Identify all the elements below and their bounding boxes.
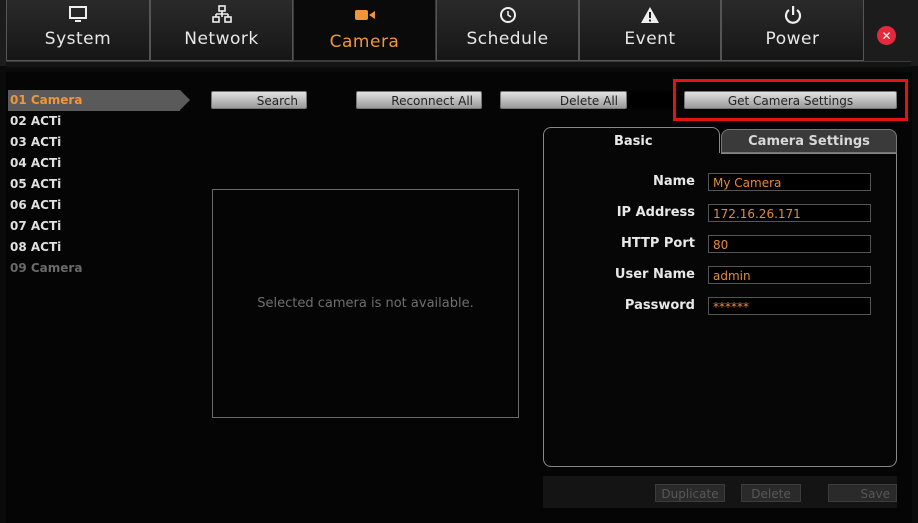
name-label: Name — [652, 174, 695, 189]
camera-list: 01 Camera 02 ACTi 03 ACTi 04 ACTi 05 ACT… — [8, 90, 190, 279]
delete-all-button[interactable]: Delete All — [500, 91, 627, 109]
camera-list-item[interactable]: 04 ACTi — [8, 153, 188, 174]
tab-system[interactable]: System — [6, 0, 150, 61]
ip-address-field[interactable]: 172.16.26.171 — [708, 204, 871, 222]
camera-list-item[interactable]: 05 ACTi — [8, 174, 188, 195]
delete-button[interactable]: Delete — [741, 484, 801, 502]
duplicate-button[interactable]: Duplicate — [655, 484, 725, 502]
clock-icon — [497, 5, 519, 25]
tab-network[interactable]: Network — [150, 0, 293, 61]
camera-list-item[interactable]: 08 ACTi — [8, 237, 188, 258]
tab-label: System — [44, 29, 112, 49]
password-field[interactable]: ****** — [708, 297, 871, 315]
highlight-box — [673, 79, 908, 121]
tab-camera[interactable]: Camera — [293, 0, 436, 61]
camera-list-item[interactable]: 01 Camera — [8, 90, 190, 111]
toolbar-spacer — [629, 91, 679, 109]
network-icon — [211, 5, 233, 25]
save-button[interactable]: Save — [828, 484, 897, 502]
http-port-label: HTTP Port — [620, 236, 695, 251]
camera-list-item[interactable]: 07 ACTi — [8, 216, 188, 237]
monitor-icon — [67, 5, 89, 25]
tab-event[interactable]: Event — [579, 0, 721, 61]
warning-icon — [639, 5, 661, 25]
password-label: Password — [624, 298, 695, 313]
search-button[interactable]: Search — [211, 91, 307, 109]
ip-address-label: IP Address — [616, 205, 695, 220]
camera-list-item[interactable]: 09 Camera — [8, 258, 188, 279]
close-icon[interactable]: ✕ — [877, 26, 896, 45]
name-field[interactable]: My Camera — [708, 173, 871, 191]
reconnect-all-button[interactable]: Reconnect All — [356, 91, 482, 109]
camera-list-item[interactable]: 03 ACTi — [8, 132, 188, 153]
camera-preview: Selected camera is not available. — [212, 189, 519, 418]
tab-label: Power — [765, 29, 820, 49]
camera-icon — [354, 5, 376, 25]
tab-label: Schedule — [466, 29, 549, 49]
nav-divider — [6, 61, 911, 67]
tab-schedule[interactable]: Schedule — [436, 0, 579, 61]
camera-list-item[interactable]: 02 ACTi — [8, 111, 188, 132]
preview-message: Selected camera is not available. — [257, 296, 474, 311]
tab-basic[interactable]: Basic — [543, 127, 720, 155]
tab-label: Network — [184, 29, 259, 49]
http-port-field[interactable]: 80 — [708, 235, 871, 253]
tab-power[interactable]: Power — [721, 0, 864, 61]
power-icon — [782, 5, 804, 25]
camera-list-item[interactable]: 06 ACTi — [8, 195, 188, 216]
user-name-field[interactable]: admin — [708, 266, 871, 284]
top-navigation: System Network Camera Schedule Event Pow… — [0, 0, 918, 67]
tab-camera-settings[interactable]: Camera Settings — [721, 129, 897, 153]
user-name-label: User Name — [614, 267, 695, 282]
tab-label: Event — [624, 29, 676, 49]
tab-label: Camera — [329, 32, 400, 52]
